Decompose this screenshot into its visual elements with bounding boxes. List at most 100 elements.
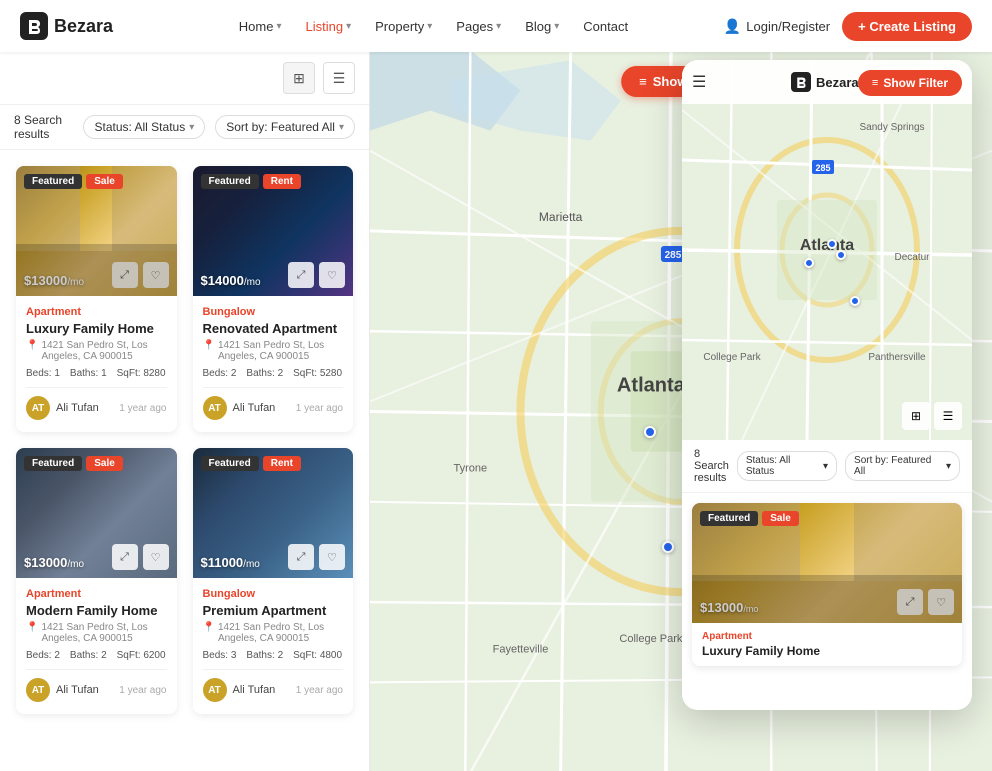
- card-actions: ⤢ ♡: [288, 544, 345, 570]
- chevron-down-icon: ▾: [496, 21, 501, 32]
- nav-pages[interactable]: Pages ▾: [446, 13, 511, 40]
- mobile-show-filter-button[interactable]: ≡ Show Filter: [858, 70, 962, 96]
- sqft-stat: SqFt: 8280: [117, 368, 166, 379]
- card-price: $11000/mo: [201, 555, 260, 570]
- card-price: $13000/mo: [24, 273, 84, 288]
- card-actions: ⤢ ♡: [112, 544, 169, 570]
- grid-view-button[interactable]: ⊞: [283, 62, 315, 94]
- chevron-down-icon: ▾: [339, 122, 344, 133]
- brand-name: Bezara: [54, 16, 113, 37]
- card-type: Bungalow: [203, 588, 344, 600]
- resize-icon[interactable]: ⤢: [288, 544, 314, 570]
- listings-grid: Featured Sale $13000/mo ⤢ ♡ Apartment Lu…: [0, 150, 369, 730]
- card-address: 📍 1421 San Pedro St, Los Angeles, CA 900…: [203, 340, 344, 362]
- card-badges: Featured Rent: [201, 174, 301, 189]
- login-register-button[interactable]: 👤 Login/Register: [724, 18, 830, 35]
- pin-icon: 📍: [203, 622, 215, 633]
- chevron-down-icon: ▾: [346, 21, 351, 32]
- sort-dropdown[interactable]: Sort by: Featured All ▾: [215, 115, 355, 139]
- sqft-stat: SqFt: 5280: [293, 368, 342, 379]
- svg-text:285: 285: [665, 250, 682, 261]
- card-address: 📍 1421 San Pedro St, Los Angeles, CA 900…: [26, 340, 167, 362]
- listing-card[interactable]: Featured Sale $13000/mo ⤢ ♡ Apartment Mo…: [16, 448, 177, 714]
- list-view-button[interactable]: ☰: [323, 62, 355, 94]
- mobile-bottom-panel: 8 Search results Status: All Status ▾ So…: [682, 440, 972, 710]
- badge-featured: Featured: [700, 511, 758, 526]
- sqft-stat: SqFt: 6200: [117, 650, 166, 661]
- resize-icon[interactable]: ⤢: [288, 262, 314, 288]
- card-stats: Beds: 3 Baths: 2 SqFt: 4800: [203, 650, 344, 661]
- card-title: Modern Family Home: [26, 603, 167, 618]
- heart-icon[interactable]: ♡: [143, 262, 169, 288]
- mobile-status-filter[interactable]: Status: All Status ▾: [737, 451, 837, 481]
- map-pin[interactable]: [850, 296, 860, 306]
- agent-name: Ali Tufan: [56, 402, 113, 414]
- card-stats: Beds: 2 Baths: 2 SqFt: 5280: [203, 368, 344, 379]
- logo-icon: [20, 12, 48, 40]
- nav-blog[interactable]: Blog ▾: [515, 13, 569, 40]
- card-actions: ⤢ ♡: [288, 262, 345, 288]
- nav-right: 👤 Login/Register + Create Listing: [724, 12, 972, 41]
- card-image: Featured Rent $14000/mo ⤢ ♡: [193, 166, 354, 296]
- chevron-down-icon: ▾: [189, 122, 194, 133]
- chevron-down-icon: ▾: [946, 461, 951, 472]
- card-body: Apartment Luxury Family Home 📍 1421 San …: [16, 296, 177, 432]
- listing-time: 1 year ago: [119, 685, 166, 696]
- map-pin[interactable]: [836, 250, 846, 260]
- listing-card[interactable]: Featured Sale $13000/mo ⤢ ♡ Apartment Lu…: [16, 166, 177, 432]
- heart-icon[interactable]: ♡: [319, 544, 345, 570]
- listing-card[interactable]: Featured Rent $14000/mo ⤢ ♡ Bungalow Ren…: [193, 166, 354, 432]
- card-badges: Featured Sale: [24, 456, 123, 471]
- resize-icon[interactable]: ⤢: [112, 544, 138, 570]
- heart-icon[interactable]: ♡: [319, 262, 345, 288]
- nav-listing[interactable]: Listing ▾: [296, 13, 362, 40]
- nav-home[interactable]: Home ▾: [229, 13, 292, 40]
- badge-sale: Sale: [762, 511, 799, 526]
- map-pin[interactable]: [804, 258, 814, 268]
- heart-icon[interactable]: ♡: [928, 589, 954, 615]
- svg-text:College Park: College Park: [619, 633, 683, 645]
- card-title: Premium Apartment: [203, 603, 344, 618]
- pin-icon: 📍: [203, 340, 215, 351]
- listing-card[interactable]: Featured Rent $11000/mo ⤢ ♡ Bungalow Pre…: [193, 448, 354, 714]
- mobile-panel-meta: 8 Search results Status: All Status ▾ So…: [682, 440, 972, 493]
- badge-featured: Featured: [201, 174, 259, 189]
- left-panel: ⊞ ☰ 8 Search results Status: All Status …: [0, 52, 370, 771]
- card-stats: Beds: 2 Baths: 2 SqFt: 6200: [26, 650, 167, 661]
- mobile-list-view-button[interactable]: ☰: [934, 402, 962, 430]
- badge-featured: Featured: [201, 456, 259, 471]
- card-price: $14000/mo: [201, 273, 261, 288]
- mobile-logo-icon: [791, 72, 811, 92]
- nav-property[interactable]: Property ▾: [365, 13, 442, 40]
- mobile-card-body: Apartment Luxury Family Home: [692, 623, 962, 666]
- chevron-down-icon: ▾: [276, 21, 281, 32]
- avatar: AT: [26, 678, 50, 702]
- mobile-grid-view-button[interactable]: ⊞: [902, 402, 930, 430]
- card-footer: AT Ali Tufan 1 year ago: [26, 669, 167, 702]
- badge-sale: Sale: [86, 456, 123, 471]
- svg-text:Decatur: Decatur: [894, 252, 930, 263]
- mobile-listing-card[interactable]: Featured Sale $13000/mo ⤢ ♡ Apartment Lu…: [692, 503, 962, 666]
- resize-icon[interactable]: ⤢: [897, 589, 923, 615]
- map-pin[interactable]: [827, 239, 837, 249]
- mobile-sort-dropdown[interactable]: Sort by: Featured All ▾: [845, 451, 960, 481]
- badge-featured: Featured: [24, 456, 82, 471]
- avatar: AT: [203, 396, 227, 420]
- status-filter-dropdown[interactable]: Status: All Status ▾: [83, 115, 205, 139]
- map-pin[interactable]: [644, 426, 656, 438]
- card-title: Renovated Apartment: [203, 321, 344, 336]
- agent-name: Ali Tufan: [233, 684, 290, 696]
- svg-text:Fayetteville: Fayetteville: [493, 643, 549, 655]
- create-listing-button[interactable]: + Create Listing: [842, 12, 972, 41]
- mobile-hamburger-button[interactable]: ☰: [692, 72, 706, 92]
- brand-logo[interactable]: Bezara: [20, 12, 113, 40]
- nav-contact[interactable]: Contact: [573, 13, 638, 40]
- mobile-mockup: Atlanta Sandy Springs Decatur Panthersvi…: [682, 60, 972, 710]
- resize-icon[interactable]: ⤢: [112, 262, 138, 288]
- card-footer: AT Ali Tufan 1 year ago: [203, 387, 344, 420]
- mobile-card-image: Featured Sale $13000/mo ⤢ ♡: [692, 503, 962, 623]
- card-image: Featured Sale $13000/mo ⤢ ♡: [16, 166, 177, 296]
- heart-icon[interactable]: ♡: [143, 544, 169, 570]
- svg-text:Sandy Springs: Sandy Springs: [859, 122, 924, 133]
- card-badges: Featured Sale: [24, 174, 123, 189]
